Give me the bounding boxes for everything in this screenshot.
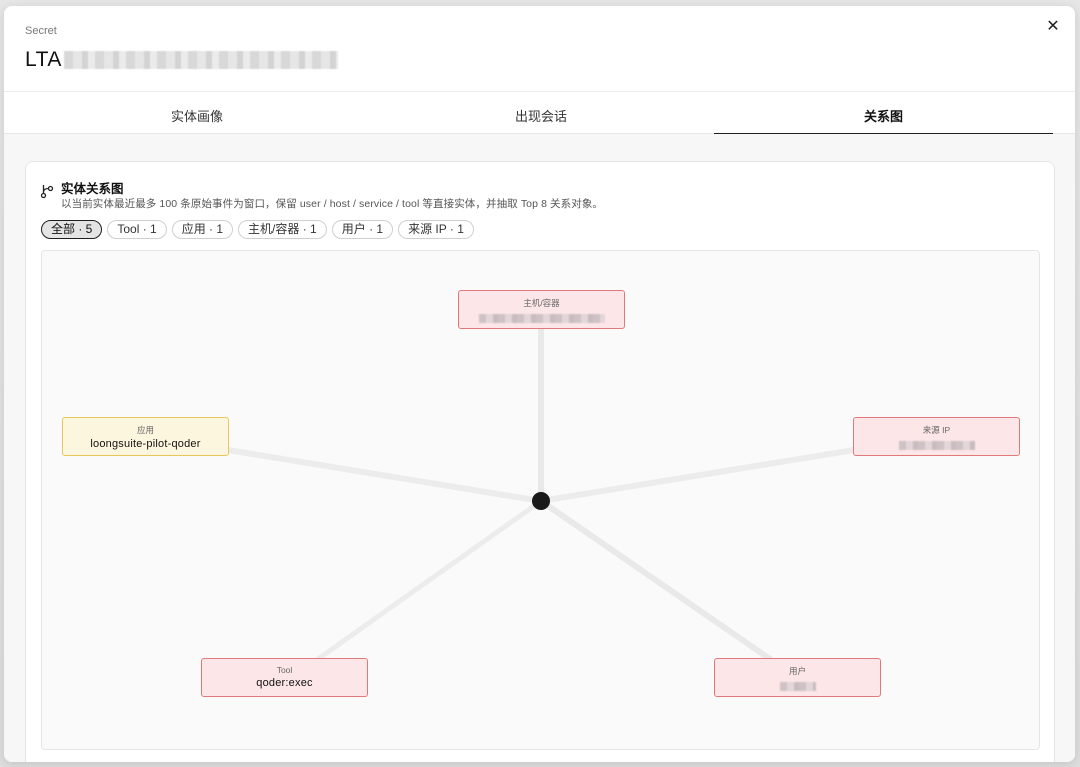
close-icon: ✕	[1046, 18, 1060, 35]
filter-chip-tool[interactable]: Tool · 1	[107, 220, 167, 239]
redacted-node-value	[898, 441, 975, 450]
node-type-label: 来源 IP	[922, 425, 951, 435]
graph-node-app[interactable]: 应用 loongsuite-pilot-qoder	[62, 417, 229, 456]
graph-node-tool[interactable]: Tool qoder:exec	[201, 658, 368, 697]
redacted-node-value	[779, 682, 816, 691]
redacted-node-value	[478, 314, 605, 323]
modal-header: Secret LTA ✕	[4, 6, 1075, 92]
close-button[interactable]: ✕	[1043, 16, 1063, 36]
tab-relationship-graph[interactable]: 关系图	[714, 92, 1053, 135]
node-value-label: loongsuite-pilot-qoder	[90, 438, 201, 450]
graph-node-source-ip[interactable]: 来源 IP	[853, 417, 1020, 456]
node-value-label: qoder:exec	[256, 677, 313, 689]
relationship-graph-card: 实体关系图 以当前实体最近最多 100 条原始事件为窗口，保留 user / h…	[25, 161, 1055, 762]
branch-icon	[40, 185, 54, 199]
card-description: 以当前实体最近最多 100 条原始事件为窗口，保留 user / host / …	[61, 198, 604, 210]
filter-chip-user[interactable]: 用户 · 1	[331, 220, 394, 239]
redacted-entity-value	[63, 51, 338, 69]
center-entity-node	[532, 492, 550, 510]
graph-node-user[interactable]: 用户	[714, 658, 881, 697]
node-type-label: 用户	[788, 666, 806, 676]
edge-user	[538, 498, 773, 662]
tab-sessions[interactable]: 出现会话	[369, 92, 713, 134]
filter-chip-app[interactable]: 应用 · 1	[171, 220, 234, 239]
entity-kind-label: Secret	[25, 25, 57, 37]
node-type-label: 主机/容器	[523, 298, 560, 308]
entity-title-row: LTA	[25, 48, 338, 72]
tab-content: 实体关系图 以当前实体最近最多 100 条原始事件为窗口，保留 user / h…	[4, 134, 1075, 762]
edge-tool	[315, 498, 544, 662]
card-title: 实体关系图	[61, 182, 124, 196]
tab-bar: 实体画像 出现会话 关系图	[4, 92, 1075, 135]
node-type-label: 应用	[136, 425, 154, 435]
tab-entity-profile[interactable]: 实体画像	[25, 92, 369, 134]
edge-app	[225, 447, 544, 504]
entity-detail-modal: Secret LTA ✕ 实体画像 出现会话 关系图 实体关系图 以当前实体最近…	[4, 6, 1075, 762]
filter-chip-all[interactable]: 全部 · 5	[41, 220, 103, 239]
graph-canvas[interactable]: 主机/容器 应用 loongsuite-pilot-qoder 来源 IP To…	[41, 250, 1040, 750]
filter-chips: 全部 · 5 Tool · 1 应用 · 1 主机/容器 · 1 用户 · 1 …	[41, 220, 474, 239]
filter-chip-host[interactable]: 主机/容器 · 1	[238, 220, 327, 239]
node-type-label: Tool	[276, 665, 293, 675]
entity-title: LTA	[25, 48, 62, 71]
filter-chip-source-ip[interactable]: 来源 IP · 1	[398, 220, 474, 239]
graph-node-host[interactable]: 主机/容器	[458, 290, 625, 329]
edge-ip	[538, 447, 857, 504]
